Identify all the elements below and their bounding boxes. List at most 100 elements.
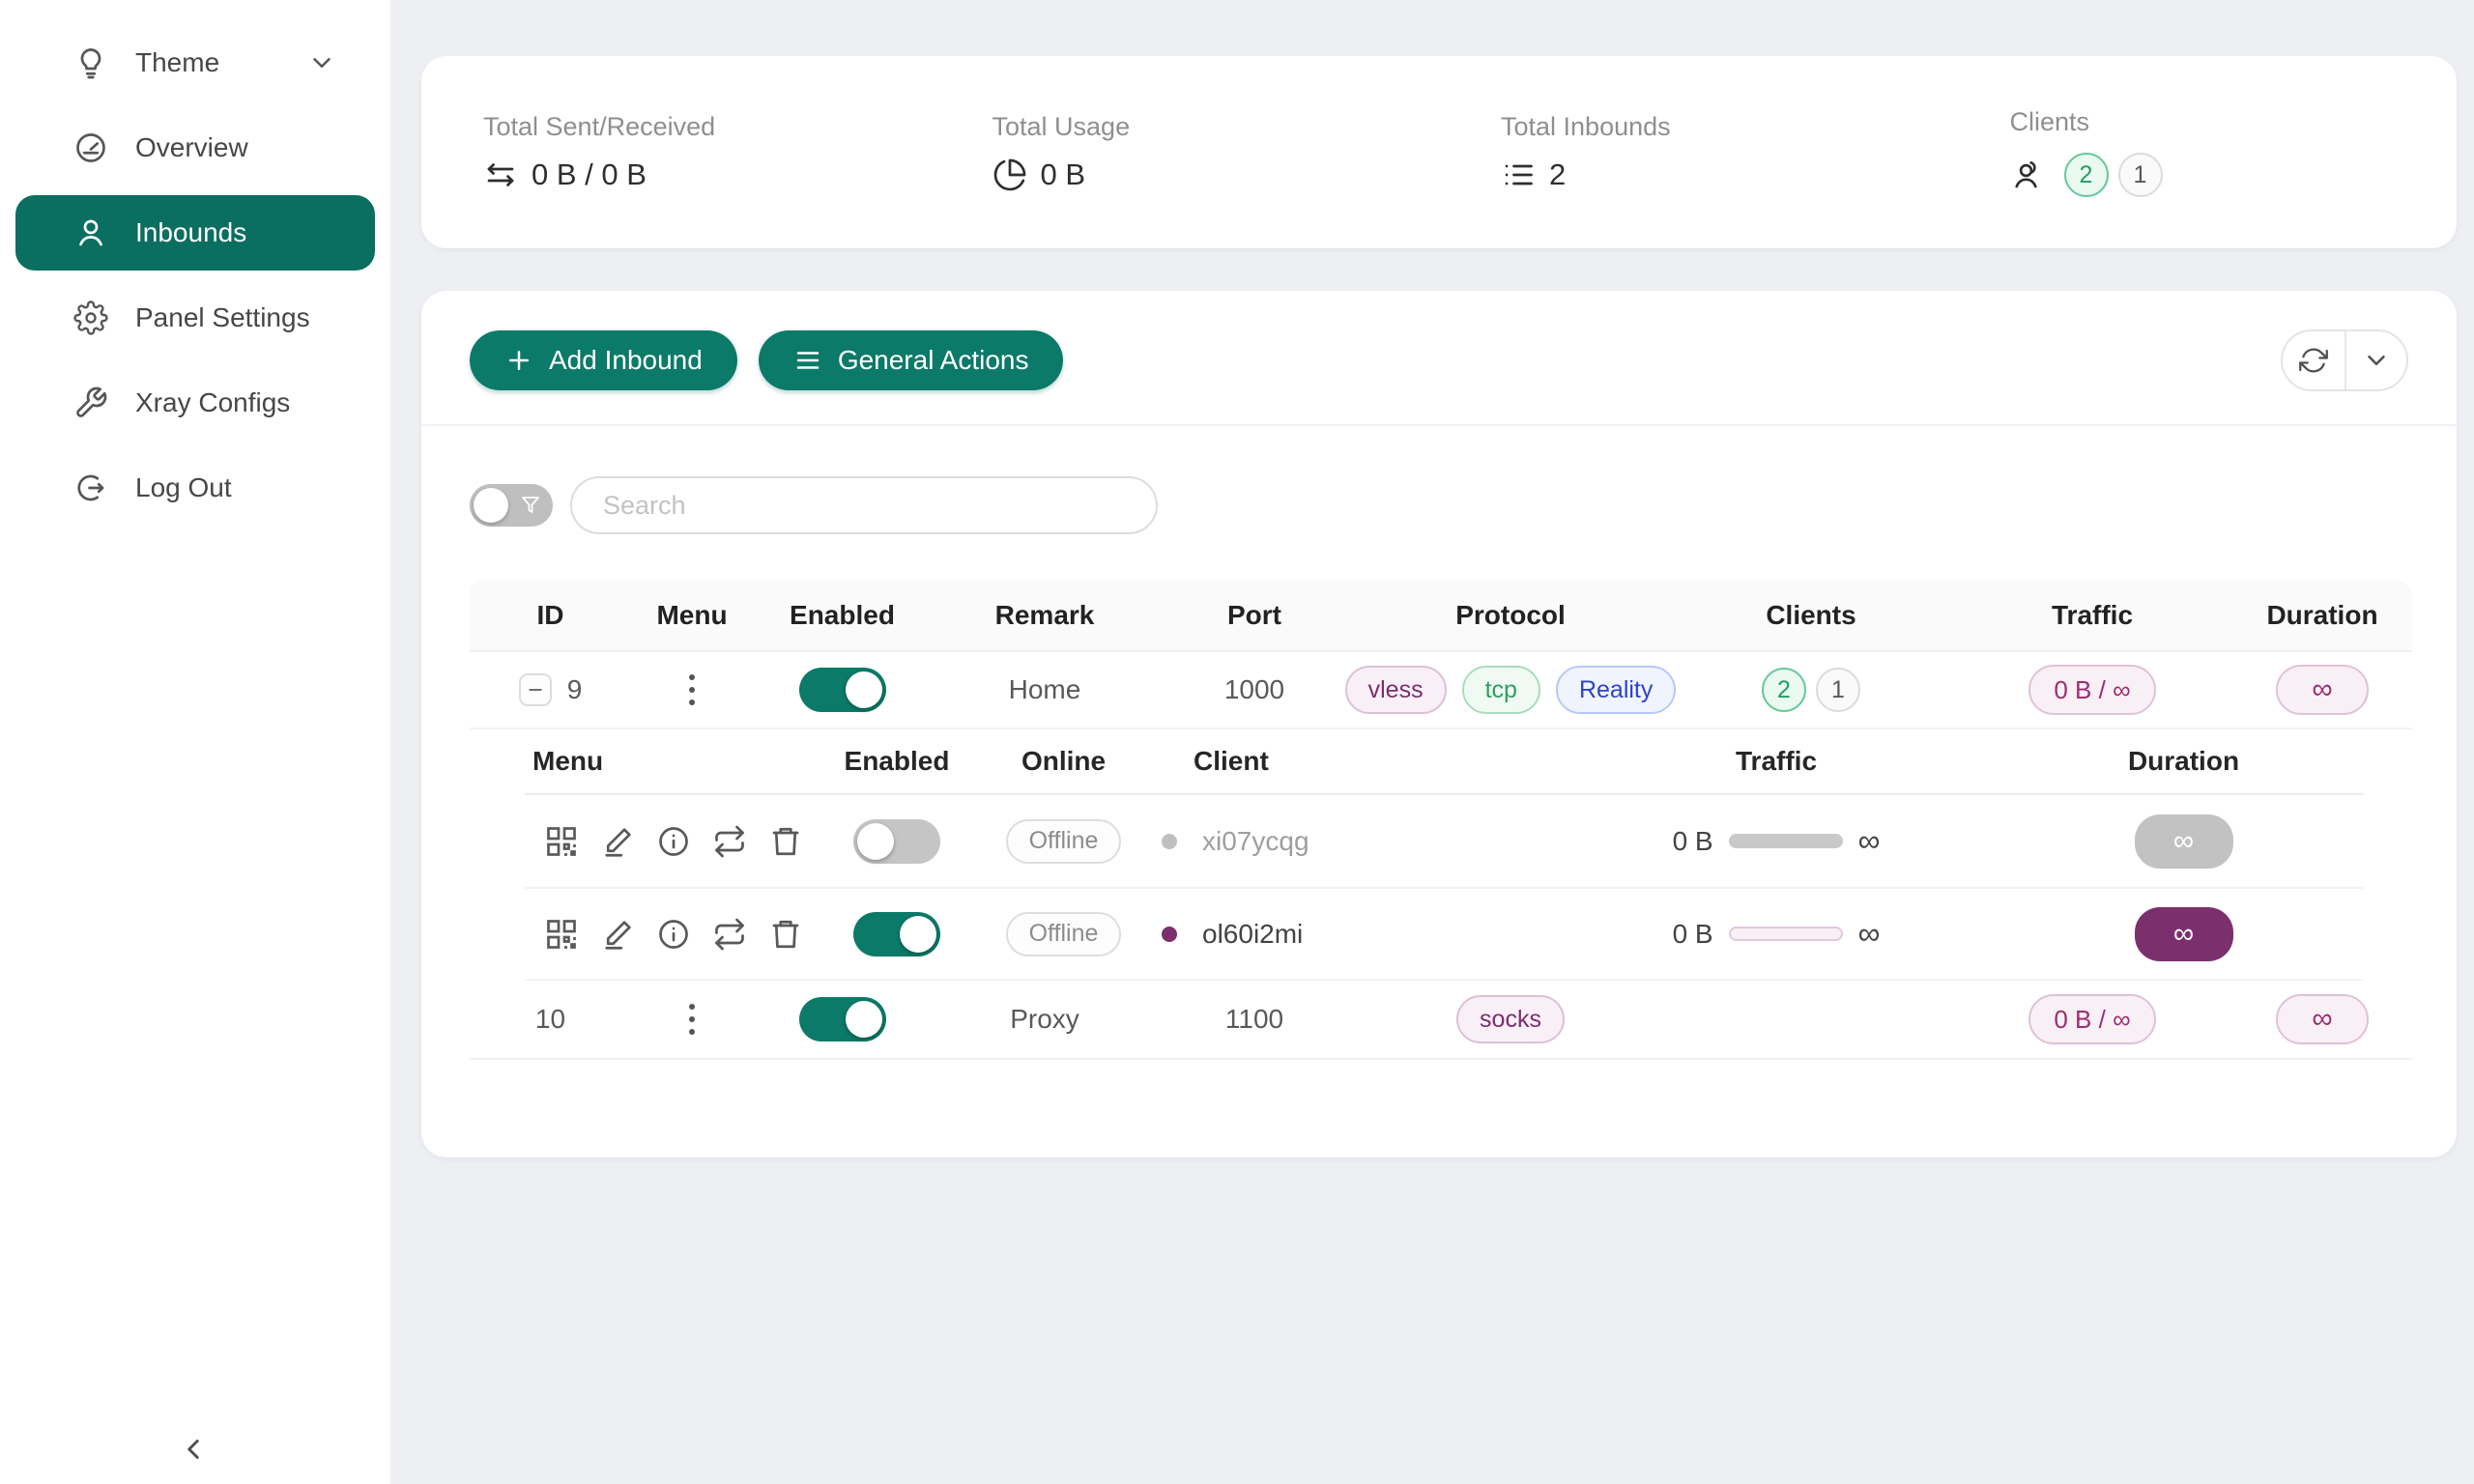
sidebar-item-label: Xray Configs <box>135 387 290 418</box>
sidebar-item-label: Overview <box>135 132 248 163</box>
inbound-port: 1100 <box>1158 1004 1351 1035</box>
inbounds-card: Add Inbound General Actions <box>421 291 2457 1157</box>
logout-icon <box>73 471 108 505</box>
stat-label: Total Inbounds <box>1501 112 1948 142</box>
filter-row <box>421 426 2457 534</box>
subcol-header-online: Online <box>979 746 1148 777</box>
client-enabled-toggle[interactable] <box>853 912 940 956</box>
inbounds-table: ID Menu Enabled Remark Port Protocol Cli… <box>470 581 2412 1060</box>
sidebar: Theme Overview Inbounds Panel Settings X… <box>0 0 390 1484</box>
col-header-traffic: Traffic <box>1952 600 2232 631</box>
team-icon <box>2010 157 2045 192</box>
sidebar-item-label: Theme <box>135 47 219 78</box>
inbound-enabled-toggle[interactable] <box>799 997 886 1042</box>
delete-button[interactable] <box>768 824 803 859</box>
client-status-dot <box>1162 834 1177 849</box>
stat-label: Total Usage <box>992 112 1440 142</box>
edit-button[interactable] <box>600 824 635 859</box>
protocol-tag: socks <box>1456 995 1565 1043</box>
qrcode-button[interactable] <box>544 824 579 859</box>
info-button[interactable] <box>656 824 691 859</box>
edit-button[interactable] <box>600 917 635 952</box>
client-name: ol60i2mi <box>1202 919 1303 950</box>
filter-toggle[interactable] <box>470 484 553 527</box>
sidebar-item-inbounds[interactable]: Inbounds <box>15 195 375 271</box>
col-header-port: Port <box>1158 600 1351 631</box>
reset-traffic-button[interactable] <box>712 917 747 952</box>
clients-online-badge: 2 <box>2064 153 2109 197</box>
user-icon <box>73 215 108 250</box>
inbound-row-10: 10 Proxy 1100 socks 0 B / ∞ ∞ <box>470 981 2412 1060</box>
chevron-left-icon <box>177 1433 210 1466</box>
row-menu-button[interactable] <box>683 998 701 1041</box>
stat-clients: Clients 2 1 <box>1948 107 2458 197</box>
stat-value: 0 B / 0 B <box>532 157 647 192</box>
subcol-header-menu: Menu <box>525 746 815 777</box>
gear-icon <box>73 300 108 335</box>
plus-icon <box>504 346 533 375</box>
stat-value: 2 <box>1549 157 1566 192</box>
clients-deactive-badge: 1 <box>2118 153 2163 197</box>
subcol-header-traffic: Traffic <box>1549 746 2003 777</box>
search-input[interactable] <box>570 476 1158 534</box>
info-button[interactable] <box>656 917 691 952</box>
sidebar-item-overview[interactable]: Overview <box>15 110 375 186</box>
inbound-id: 9 <box>567 674 583 705</box>
dashboard-icon <box>73 130 108 165</box>
traffic-progress-bar <box>1729 834 1843 848</box>
col-header-clients: Clients <box>1670 600 1952 631</box>
traffic-progress-bar <box>1729 927 1843 941</box>
stat-total-usage: Total Usage 0 B <box>931 112 1440 192</box>
col-header-menu: Menu <box>631 600 753 631</box>
stat-label: Clients <box>2010 107 2458 137</box>
client-row: Offline xi07ycqg 0 B ∞ ∞ <box>525 795 2364 887</box>
row-menu-button[interactable] <box>683 669 701 711</box>
stats-card: Total Sent/Received 0 B / 0 B Total Usag… <box>421 56 2457 248</box>
sidebar-collapse-button[interactable] <box>172 1428 215 1470</box>
client-traffic-used: 0 B <box>1673 919 1713 950</box>
minus-icon <box>526 680 545 699</box>
toolbar: Add Inbound General Actions <box>421 291 2457 426</box>
protocol-tag: tcp <box>1462 666 1540 714</box>
collapse-row-button[interactable] <box>519 673 552 706</box>
delete-button[interactable] <box>768 917 803 952</box>
protocol-tag: Reality <box>1556 666 1676 714</box>
subcol-header-client: Client <box>1148 746 1549 777</box>
refresh-icon <box>2299 346 2328 375</box>
swap-arrows-icon <box>483 157 518 192</box>
sidebar-item-panel-settings[interactable]: Panel Settings <box>15 280 375 356</box>
online-status-badge: Offline <box>1006 819 1122 864</box>
refresh-button[interactable] <box>2283 331 2345 389</box>
funnel-icon <box>519 494 542 517</box>
protocol-tag: vless <box>1345 666 1447 714</box>
inbound-remark: Proxy <box>932 1004 1158 1035</box>
qrcode-button[interactable] <box>544 917 579 952</box>
col-header-duration: Duration <box>2232 600 2412 631</box>
client-traffic-used: 0 B <box>1673 826 1713 857</box>
inbound-enabled-toggle[interactable] <box>799 668 886 712</box>
inbound-row-9: 9 Home 1000 vless tcp Reality 2 1 <box>470 652 2412 729</box>
general-actions-label: General Actions <box>838 345 1029 376</box>
refresh-interval-dropdown[interactable] <box>2345 331 2406 389</box>
stat-total-sent-received: Total Sent/Received 0 B / 0 B <box>421 112 931 192</box>
stat-label: Total Sent/Received <box>483 112 931 142</box>
list-icon <box>1501 157 1536 192</box>
sidebar-item-label: Panel Settings <box>135 302 310 333</box>
client-enabled-toggle[interactable] <box>853 819 940 864</box>
main-content: Total Sent/Received 0 B / 0 B Total Usag… <box>390 0 2474 1484</box>
chevron-down-icon <box>2362 346 2391 375</box>
stat-value: 0 B <box>1041 157 1086 192</box>
inbound-id: 10 <box>470 1004 631 1035</box>
sidebar-item-xray-configs[interactable]: Xray Configs <box>15 365 375 441</box>
add-inbound-button[interactable]: Add Inbound <box>470 330 737 390</box>
row-clients-online-badge: 2 <box>1762 668 1806 712</box>
row-clients-deactive-badge: 1 <box>1816 668 1860 712</box>
client-duration-pill: ∞ <box>2135 907 2233 961</box>
subcol-header-enabled: Enabled <box>815 746 979 777</box>
general-actions-button[interactable]: General Actions <box>759 330 1064 390</box>
reset-traffic-button[interactable] <box>712 824 747 859</box>
client-row: Offline ol60i2mi 0 B ∞ ∞ <box>525 887 2364 979</box>
sidebar-item-log-out[interactable]: Log Out <box>15 450 375 526</box>
sidebar-item-theme[interactable]: Theme <box>15 25 375 100</box>
traffic-limit: ∞ <box>1858 916 1881 952</box>
